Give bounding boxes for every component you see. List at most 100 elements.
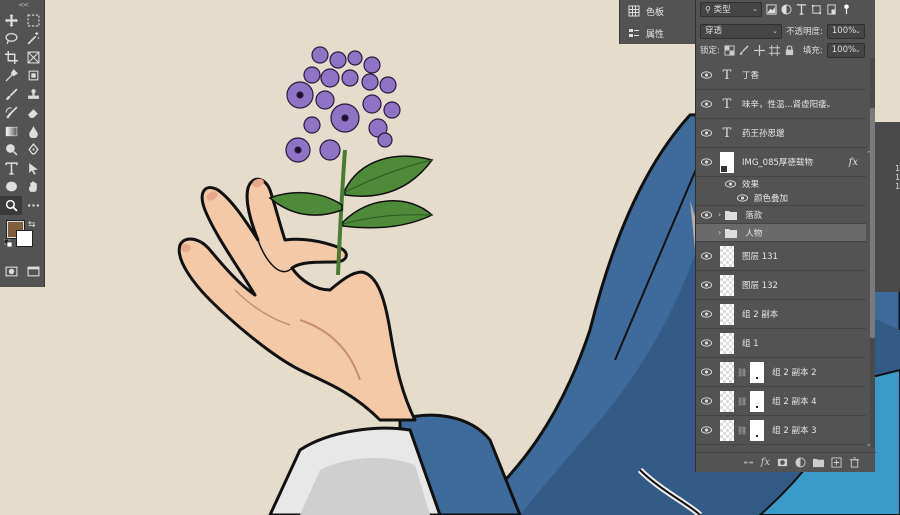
- layer-row[interactable]: 图层 131: [696, 242, 866, 271]
- eyedropper-tool-icon[interactable]: [0, 67, 22, 86]
- zoom-tool-icon[interactable]: [0, 196, 22, 215]
- chevron-down-icon: ⌄: [854, 45, 861, 54]
- layer-row[interactable]: ⛓ 组 2 副本 2: [696, 358, 866, 387]
- frame-tool-icon[interactable]: [22, 48, 44, 67]
- filter-shape-icon[interactable]: [811, 4, 822, 15]
- dodge-tool-icon[interactable]: [0, 141, 22, 160]
- blur-tool-icon[interactable]: [22, 122, 44, 141]
- brush-tool-icon[interactable]: [0, 85, 22, 104]
- move-tool-icon[interactable]: [0, 11, 22, 30]
- more-tools-icon[interactable]: [22, 196, 44, 215]
- hand-tool-icon[interactable]: [22, 178, 44, 197]
- layer-row[interactable]: ⛓ 组 2 副本 4: [696, 387, 866, 416]
- layer-row[interactable]: T 味辛，性温...肾虚阳痿。: [696, 90, 866, 119]
- lock-all-icon[interactable]: [784, 44, 795, 56]
- layer-name: IMG_085厚德载物: [742, 158, 813, 168]
- adjustment-layer-icon[interactable]: [795, 457, 806, 468]
- visibility-eye-icon[interactable]: [696, 339, 716, 347]
- eraser-tool-icon[interactable]: [22, 104, 44, 123]
- filter-toggle-icon[interactable]: [841, 3, 852, 15]
- layer-row[interactable]: T 丁香: [696, 61, 866, 90]
- filter-pixel-icon[interactable]: [766, 3, 777, 15]
- lock-position-icon[interactable]: [753, 44, 765, 56]
- visibility-eye-icon[interactable]: [732, 194, 752, 202]
- gradient-tool-icon[interactable]: [0, 122, 22, 141]
- expand-chevron-icon[interactable]: ›: [718, 228, 721, 237]
- marquee-tool-icon[interactable]: [22, 11, 44, 30]
- visibility-eye-icon[interactable]: [696, 210, 716, 219]
- fill-field[interactable]: 100% ⌄: [826, 42, 865, 58]
- visibility-eye-icon[interactable]: [696, 426, 716, 434]
- scroll-up-arrow-icon[interactable]: ⌃: [866, 150, 872, 158]
- new-group-icon[interactable]: [813, 457, 824, 468]
- chevron-down-icon: ⌄: [855, 26, 861, 35]
- pen-tool-icon[interactable]: [22, 141, 44, 160]
- history-brush-tool-icon[interactable]: [0, 104, 22, 123]
- visibility-eye-icon[interactable]: [696, 310, 716, 318]
- layer-mask-thumbnail[interactable]: [750, 361, 765, 383]
- link-chain-icon[interactable]: ⛓: [737, 368, 747, 377]
- layer-row[interactable]: IMG_085厚德载物 fx: [696, 148, 866, 177]
- layer-row[interactable]: 组 1: [696, 329, 866, 358]
- layer-name: 组 2 副本: [742, 310, 779, 320]
- collapse-toolbar-button[interactable]: <<: [0, 0, 44, 11]
- visibility-eye-icon[interactable]: [696, 397, 716, 405]
- lock-transparent-icon[interactable]: [724, 44, 735, 56]
- filter-smart-object-icon[interactable]: [826, 3, 837, 15]
- add-mask-icon[interactable]: [777, 457, 788, 468]
- new-layer-icon[interactable]: [831, 457, 842, 468]
- effects-label: 效果: [742, 180, 760, 190]
- visibility-eye-icon[interactable]: [696, 252, 716, 260]
- visibility-eye-icon[interactable]: [696, 158, 716, 166]
- crop-tool-icon[interactable]: [0, 48, 22, 67]
- layer-row[interactable]: ⛓ 组 2 副本 3: [696, 416, 866, 445]
- effect-row[interactable]: 颜色叠加: [696, 191, 866, 206]
- lasso-tool-icon[interactable]: [0, 30, 22, 49]
- visibility-eye-icon[interactable]: [696, 368, 716, 376]
- link-chain-icon[interactable]: ⛓: [737, 426, 747, 435]
- stamp-tool-icon[interactable]: [22, 85, 44, 104]
- visibility-eye-icon[interactable]: [696, 129, 716, 137]
- visibility-eye-icon[interactable]: [696, 100, 716, 108]
- expand-chevron-icon[interactable]: ›: [718, 210, 721, 219]
- filter-adjustment-icon[interactable]: [781, 3, 792, 15]
- layer-mask-thumbnail[interactable]: [750, 419, 765, 441]
- magic-wand-tool-icon[interactable]: [22, 30, 44, 49]
- path-select-tool-icon[interactable]: [22, 159, 44, 178]
- visibility-eye-icon[interactable]: [696, 281, 716, 289]
- layers-footer-toolbar: fx: [696, 452, 876, 472]
- swap-colors-icon[interactable]: ⇆: [28, 220, 36, 230]
- link-chain-icon[interactable]: ⛓: [737, 397, 747, 406]
- opacity-field[interactable]: 100% ⌄: [826, 23, 865, 39]
- quick-mask-icon[interactable]: [0, 264, 22, 280]
- type-tool-icon[interactable]: [0, 159, 22, 178]
- chevron-down-icon: ⌄: [752, 4, 758, 13]
- filter-kind-dropdown[interactable]: ⚲ 类型 ⌄: [700, 1, 762, 17]
- swatches-panel-tab[interactable]: 色板: [620, 0, 695, 22]
- trash-icon[interactable]: [849, 457, 860, 468]
- filter-type-icon[interactable]: [796, 3, 807, 15]
- default-colors-icon[interactable]: [4, 238, 12, 247]
- layer-row[interactable]: 组 2 副本: [696, 300, 866, 329]
- frame-select-tool-icon[interactable]: [22, 67, 44, 86]
- lock-artboard-icon[interactable]: [768, 44, 780, 56]
- group-row-selected[interactable]: › 人物: [696, 224, 866, 242]
- properties-panel-tab[interactable]: 属性: [620, 22, 695, 44]
- layer-effects-fx-icon[interactable]: fx: [849, 157, 858, 168]
- lock-pixels-icon[interactable]: [739, 44, 750, 56]
- add-style-fx-icon[interactable]: fx: [761, 457, 770, 468]
- ellipse-tool-icon[interactable]: [0, 178, 22, 197]
- screen-mode-icon[interactable]: [22, 264, 44, 280]
- group-row[interactable]: › 落款: [696, 206, 866, 224]
- scroll-down-arrow-icon[interactable]: ⌄: [866, 440, 872, 448]
- effects-row[interactable]: 效果: [696, 177, 866, 191]
- background-color-swatch[interactable]: [16, 229, 33, 247]
- link-layers-icon[interactable]: [743, 457, 754, 468]
- visibility-eye-icon[interactable]: [720, 180, 740, 188]
- blend-mode-dropdown[interactable]: 穿透 ⌄: [700, 23, 782, 39]
- layer-row[interactable]: T 药王孙思邈: [696, 119, 866, 148]
- layer-row[interactable]: 图层 132: [696, 271, 866, 300]
- layer-thumbnail: [720, 419, 734, 441]
- visibility-eye-icon[interactable]: [696, 71, 716, 79]
- layer-mask-thumbnail[interactable]: [750, 390, 765, 412]
